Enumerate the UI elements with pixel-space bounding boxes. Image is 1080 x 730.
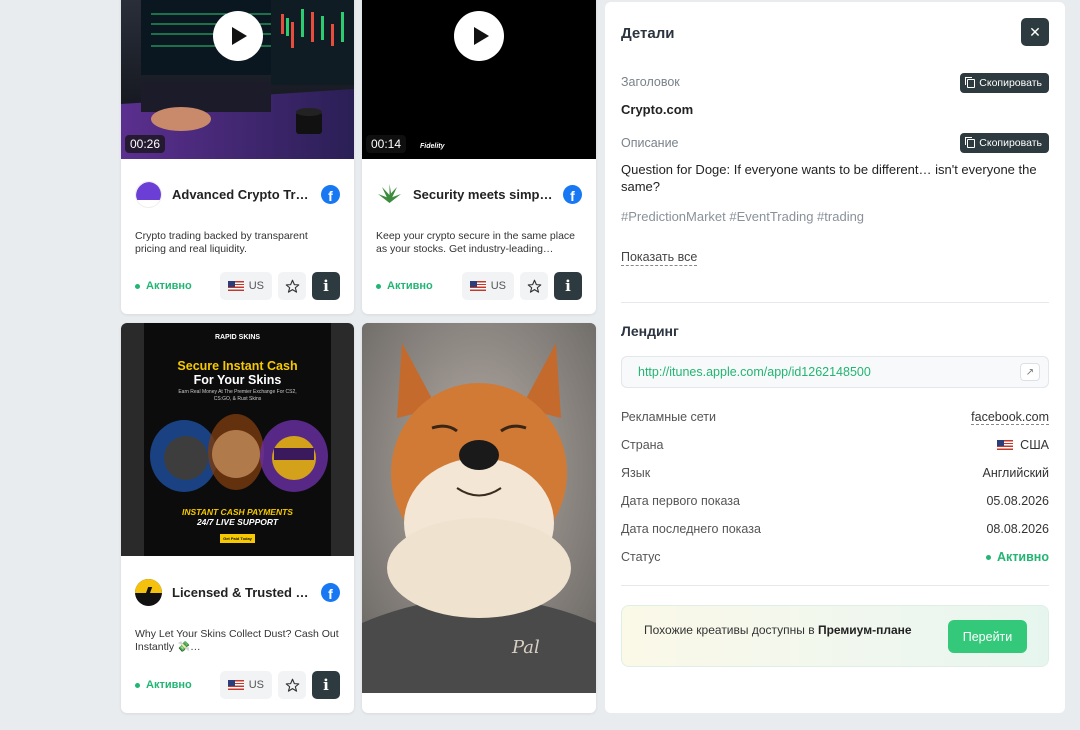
ad-network-link[interactable]: facebook.com [971,410,1049,425]
advertiser-avatar [376,181,403,208]
ad-title: Advanced Crypto Trading [172,187,312,202]
description-value: Question for Doge: If everyone wants to … [621,162,1037,194]
go-premium-button[interactable]: Перейти [948,620,1027,653]
shiba-dog-image: Pal [362,323,596,693]
us-flag-icon [469,281,486,291]
country-badge: US [219,671,272,699]
ad-footer: Активно US i [135,272,340,300]
ad-description: Crypto trading backed by transparent pri… [135,230,308,255]
favorite-button[interactable] [520,272,548,300]
info-icon: i [565,277,571,295]
ad-card-2[interactable]: 00:14 Fidelity Security meets simplicity… [362,0,596,314]
details-panel: Детали ✕ Заголовок Скопировать Crypto.co… [605,2,1065,713]
creative-brand: RAPID SKINS [214,334,261,341]
premium-banner: Похожие креативы доступны в Премиум-план… [621,605,1049,667]
info-icon: i [323,676,329,694]
us-flag-icon [227,281,244,291]
play-icon [232,27,247,45]
ad-image[interactable]: Pal [362,323,596,693]
star-icon [285,279,299,293]
premium-text: Похожие креативы доступны в Премиум-план… [644,623,912,637]
row-first-shown: Дата первого показа 05.08.2026 [621,494,1049,508]
row-last-shown: Дата последнего показа 08.08.2026 [621,522,1049,536]
creative-headline-2: For Your Skins [193,373,282,387]
creative-headline: Secure Instant Cash [177,359,298,373]
ad-description: Keep your crypto secure in the same plac… [376,230,576,255]
ad-title: Security meets simplicity [413,187,553,202]
ad-description: Why Let Your Skins Collect Dust? Cash Ou… [135,628,339,653]
play-button[interactable] [212,11,263,61]
creative-subtext: Earn Real Money At The Premier Exchange … [178,389,297,402]
creative-cta: Get Paid Today [220,534,255,543]
close-icon: ✕ [1029,23,1041,40]
svg-text:Pal: Pal [511,637,540,658]
headline-label: Заголовок [621,75,680,89]
divider [621,302,1049,303]
skins-artwork [150,414,328,492]
status-badge: Активно [135,679,192,691]
row-status: Статус Активно [621,550,1049,564]
headline-value: Crypto.com [621,102,694,117]
external-link-icon[interactable]: ↗ [1020,363,1040,381]
ad-video-thumbnail[interactable]: 00:14 Fidelity [362,0,596,159]
row-language: Язык Английский [621,466,1049,480]
divider [621,585,1049,586]
creative-banner: RAPID SKINS Secure Instant Cash For Your… [144,323,331,556]
info-button[interactable]: i [554,272,582,300]
country-badge: US [219,272,272,300]
ad-title: Licensed & Trusted Gaming [172,585,312,600]
status-badge: Активно [376,280,433,292]
landing-title: Лендинг [621,323,679,339]
description-label: Описание [621,136,679,150]
us-flag-icon [997,440,1014,450]
creative-banner-text: INSTANT CASH PAYMENTS [182,507,293,517]
video-duration: 00:26 [125,135,166,153]
ad-image[interactable]: RAPID SKINS Secure Instant Cash For Your… [121,323,354,556]
star-icon [285,678,299,692]
show-all-link[interactable]: Показать все [621,250,698,266]
facebook-icon: f [321,583,340,602]
brand-watermark: Fidelity [420,143,445,150]
ad-header: Advanced Crypto Trading [135,181,341,208]
play-icon [473,27,489,45]
ad-card-1[interactable]: 00:26 Advanced Crypto Trading f Crypto t… [121,0,354,314]
copy-headline-button[interactable]: Скопировать [960,73,1049,93]
favorite-button[interactable] [278,272,306,300]
copy-description-button[interactable]: Скопировать [960,133,1049,153]
row-ad-networks: Рекламные сети facebook.com [621,409,1049,425]
ad-footer: Активно US i [135,671,340,699]
ad-header: Security meets simplicity [376,181,582,208]
row-country: Страна США [621,438,1049,452]
copy-icon [965,76,976,88]
hashtags: #PredictionMarket #EventTrading #trading [621,209,865,224]
video-duration: 00:14 [366,135,407,153]
panel-title: Детали [621,25,675,42]
landing-url-box: http://itunes.apple.com/app/id1262148500… [621,356,1049,388]
facebook-icon: f [563,185,582,204]
status-badge: Активно [135,280,192,292]
ad-card-3[interactable]: RAPID SKINS Secure Instant Cash For Your… [121,323,354,713]
info-button[interactable]: i [312,272,340,300]
ad-video-thumbnail[interactable]: 00:26 [121,0,354,159]
status-badge: Активно [986,550,1049,564]
info-button[interactable]: i [312,671,340,699]
ad-footer: Активно US i [376,272,582,300]
us-flag-icon [227,680,244,690]
star-icon [527,279,541,293]
info-icon: i [323,277,329,295]
landing-url[interactable]: http://itunes.apple.com/app/id1262148500 [638,365,871,379]
play-button[interactable] [454,11,504,61]
advertiser-avatar [135,579,162,606]
facebook-icon: f [321,185,340,204]
favorite-button[interactable] [278,671,306,699]
ad-header: Licensed & Trusted Gaming [135,579,341,606]
ad-card-4[interactable]: Pal [362,323,596,713]
copy-icon [965,136,976,148]
creative-banner-text-2: 24/7 LIVE SUPPORT [196,517,279,527]
close-button[interactable]: ✕ [1021,18,1049,46]
advertiser-avatar [135,181,162,208]
country-badge: US [461,272,514,300]
